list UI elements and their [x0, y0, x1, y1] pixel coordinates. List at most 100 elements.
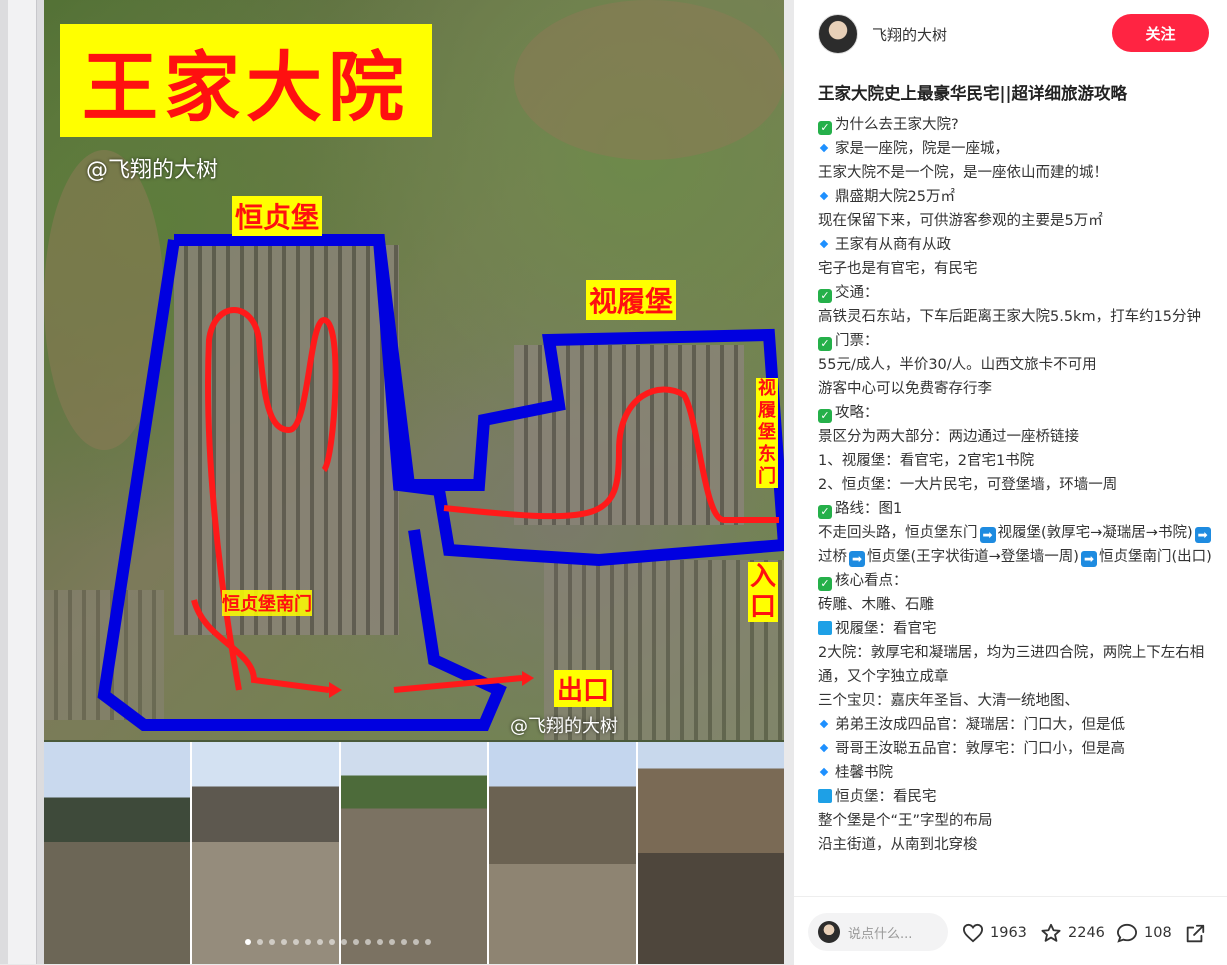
- app-window: 王家大院 @飞翔的大树 @飞翔的大树 恒贞堡 视履堡 视履堡东门 恒贞堡南门 入…: [0, 0, 1227, 965]
- post-line-text: 1、视履堡：看官宅，2官宅1书院: [818, 453, 1035, 469]
- post-line-text: 王家有从商有从政: [835, 237, 951, 253]
- post-line-text: 视履堡：看官宅: [835, 621, 937, 637]
- diamond-icon: [819, 191, 829, 201]
- post-line: 王家有从商有从政: [818, 233, 1213, 257]
- post-line: 弟弟王汝成四品官：凝瑞居：门口大，但是低: [818, 713, 1213, 737]
- route-segment: 恒贞堡南门(出口): [1098, 549, 1212, 565]
- collect-button[interactable]: 2246: [1040, 923, 1105, 943]
- comment-count: 108: [1144, 925, 1172, 941]
- post-line-text: 桂馨书院: [835, 765, 893, 781]
- post-line-text: 55元/成人，半价30/人。山西文旅卡不可用: [818, 357, 1097, 373]
- thumb-2: [192, 742, 339, 964]
- red-route-left: [205, 307, 339, 691]
- check-icon: ✓: [818, 577, 832, 591]
- post-line-text: 路线：图1: [835, 501, 903, 517]
- comment-input[interactable]: 说点什么...: [808, 913, 948, 951]
- diamond-icon: [819, 143, 829, 153]
- arrow-right-icon: ➡: [979, 527, 996, 543]
- carousel-dot[interactable]: [401, 939, 407, 945]
- post-line-text: 哥哥王汝聪五品官：敦厚宅：门口小，但是高: [835, 741, 1125, 757]
- post-line-text: 鼎盛期大院25万㎡: [835, 189, 955, 205]
- carousel-indicator[interactable]: [245, 939, 431, 945]
- post-line: ✓ 交通：: [818, 281, 1213, 305]
- square-icon: [818, 621, 832, 635]
- thumb-4: [489, 742, 636, 964]
- carousel-dot[interactable]: [425, 939, 431, 945]
- post-line-text: 交通：: [835, 285, 879, 301]
- share-button[interactable]: [1184, 923, 1212, 945]
- carousel-dot[interactable]: [413, 939, 419, 945]
- collect-count: 2246: [1068, 925, 1105, 941]
- post-line: 高铁灵石东站，下车后距离王家大院5.5km，打车约15分钟: [818, 305, 1213, 329]
- carousel-dot[interactable]: [245, 939, 251, 945]
- like-count: 1963: [990, 925, 1027, 941]
- diamond-icon: [819, 767, 829, 777]
- share-icon: [1186, 924, 1205, 943]
- thumbnail-strip: [44, 742, 784, 964]
- carousel-dot[interactable]: [269, 939, 275, 945]
- route-segment: 不走回头路，恒贞堡东门: [818, 525, 978, 541]
- follow-button[interactable]: 关注: [1112, 14, 1209, 52]
- label-shilvbao-east-gate: 视履堡东门: [756, 378, 778, 488]
- label-hengzhenbao-south-gate: 恒贞堡南门: [222, 590, 312, 616]
- route-segment: 视履堡(敦厚宅→凝瑞居→书院): [997, 525, 1193, 541]
- watermark-bottom: @飞翔的大树: [510, 716, 618, 737]
- author-info[interactable]: 飞翔的大树: [818, 14, 947, 54]
- like-button[interactable]: 1963: [962, 923, 1027, 943]
- author-name[interactable]: 飞翔的大树: [872, 24, 947, 45]
- post-line: 砖雕、木雕、石雕: [818, 593, 1213, 617]
- post-line-text: 现在保留下来，可供游客参观的主要是5万㎡: [818, 213, 1103, 229]
- comment-icon: [1116, 923, 1138, 943]
- post-line-text: 景区分为两大部分：两边通过一座桥链接: [818, 429, 1079, 445]
- route-segment: 过桥: [818, 549, 847, 565]
- post-line: 鼎盛期大院25万㎡: [818, 185, 1213, 209]
- comment-placeholder: 说点什么...: [848, 926, 913, 942]
- carousel-dot[interactable]: [389, 939, 395, 945]
- post-line: 家是一座院，院是一座城，: [818, 137, 1213, 161]
- carousel-dot[interactable]: [317, 939, 323, 945]
- carousel-dot[interactable]: [353, 939, 359, 945]
- carousel-dot[interactable]: [341, 939, 347, 945]
- image-title-text: 王家大院: [82, 42, 410, 132]
- image-viewer[interactable]: 王家大院 @飞翔的大树 @飞翔的大树 恒贞堡 视履堡 视履堡东门 恒贞堡南门 入…: [44, 0, 784, 964]
- carousel-dot[interactable]: [365, 939, 371, 945]
- post-line-text: 恒贞堡：看民宅: [835, 789, 937, 805]
- post-line: 哥哥王汝聪五品官：敦厚宅：门口小，但是高: [818, 737, 1213, 761]
- check-icon: ✓: [818, 409, 832, 423]
- post-line: 宅子也是有官宅，有民宅: [818, 257, 1213, 281]
- square-icon: [818, 789, 832, 803]
- heart-icon: [962, 923, 984, 943]
- label-hengzhenbao: 恒贞堡: [232, 196, 323, 236]
- post-line: 沿主街道，从南到北穿梭: [818, 833, 1213, 857]
- post-line: ✓ 路线：图1: [818, 497, 1213, 521]
- post-line: ✓ 核心看点：: [818, 569, 1213, 593]
- author-avatar[interactable]: [818, 14, 858, 54]
- thumb-1: [44, 742, 191, 964]
- carousel-dot[interactable]: [329, 939, 335, 945]
- comment-button[interactable]: 108: [1116, 923, 1172, 943]
- post-line: 三个宝贝：嘉庆年圣旨、大清一统地图、: [818, 689, 1213, 713]
- user-avatar: [818, 921, 840, 943]
- label-exit: 出口: [554, 670, 613, 707]
- post-line-text: 核心看点：: [835, 573, 908, 589]
- diamond-icon: [819, 743, 829, 753]
- post-sidebar: 飞翔的大树 关注 王家大院史上最豪华民宅||超详细旅游攻略 ✓ 为什么去王家大院?…: [794, 0, 1227, 965]
- carousel-dot[interactable]: [305, 939, 311, 945]
- post-line: 恒贞堡：看民宅: [818, 785, 1213, 809]
- post-line-text: 高铁灵石东站，下车后距离王家大院5.5km，打车约15分钟: [818, 309, 1202, 325]
- check-icon: ✓: [818, 121, 832, 135]
- label-shilvbao: 视履堡: [586, 280, 677, 320]
- label-entrance: 入口: [748, 562, 778, 622]
- carousel-dot[interactable]: [257, 939, 263, 945]
- post-line: 55元/成人，半价30/人。山西文旅卡不可用: [818, 353, 1213, 377]
- arrow-right-icon: ➡: [849, 551, 865, 567]
- star-icon: [1041, 923, 1061, 942]
- engagement-bar: 说点什么... 1963 2246 108: [794, 896, 1227, 965]
- carousel-dot[interactable]: [293, 939, 299, 945]
- check-icon: ✓: [818, 505, 832, 519]
- post-line-text: 砖雕、木雕、石雕: [818, 597, 934, 613]
- post-line-text: 为什么去王家大院?: [835, 117, 959, 133]
- post-line: 游客中心可以免费寄存行李: [818, 377, 1213, 401]
- carousel-dot[interactable]: [281, 939, 287, 945]
- carousel-dot[interactable]: [377, 939, 383, 945]
